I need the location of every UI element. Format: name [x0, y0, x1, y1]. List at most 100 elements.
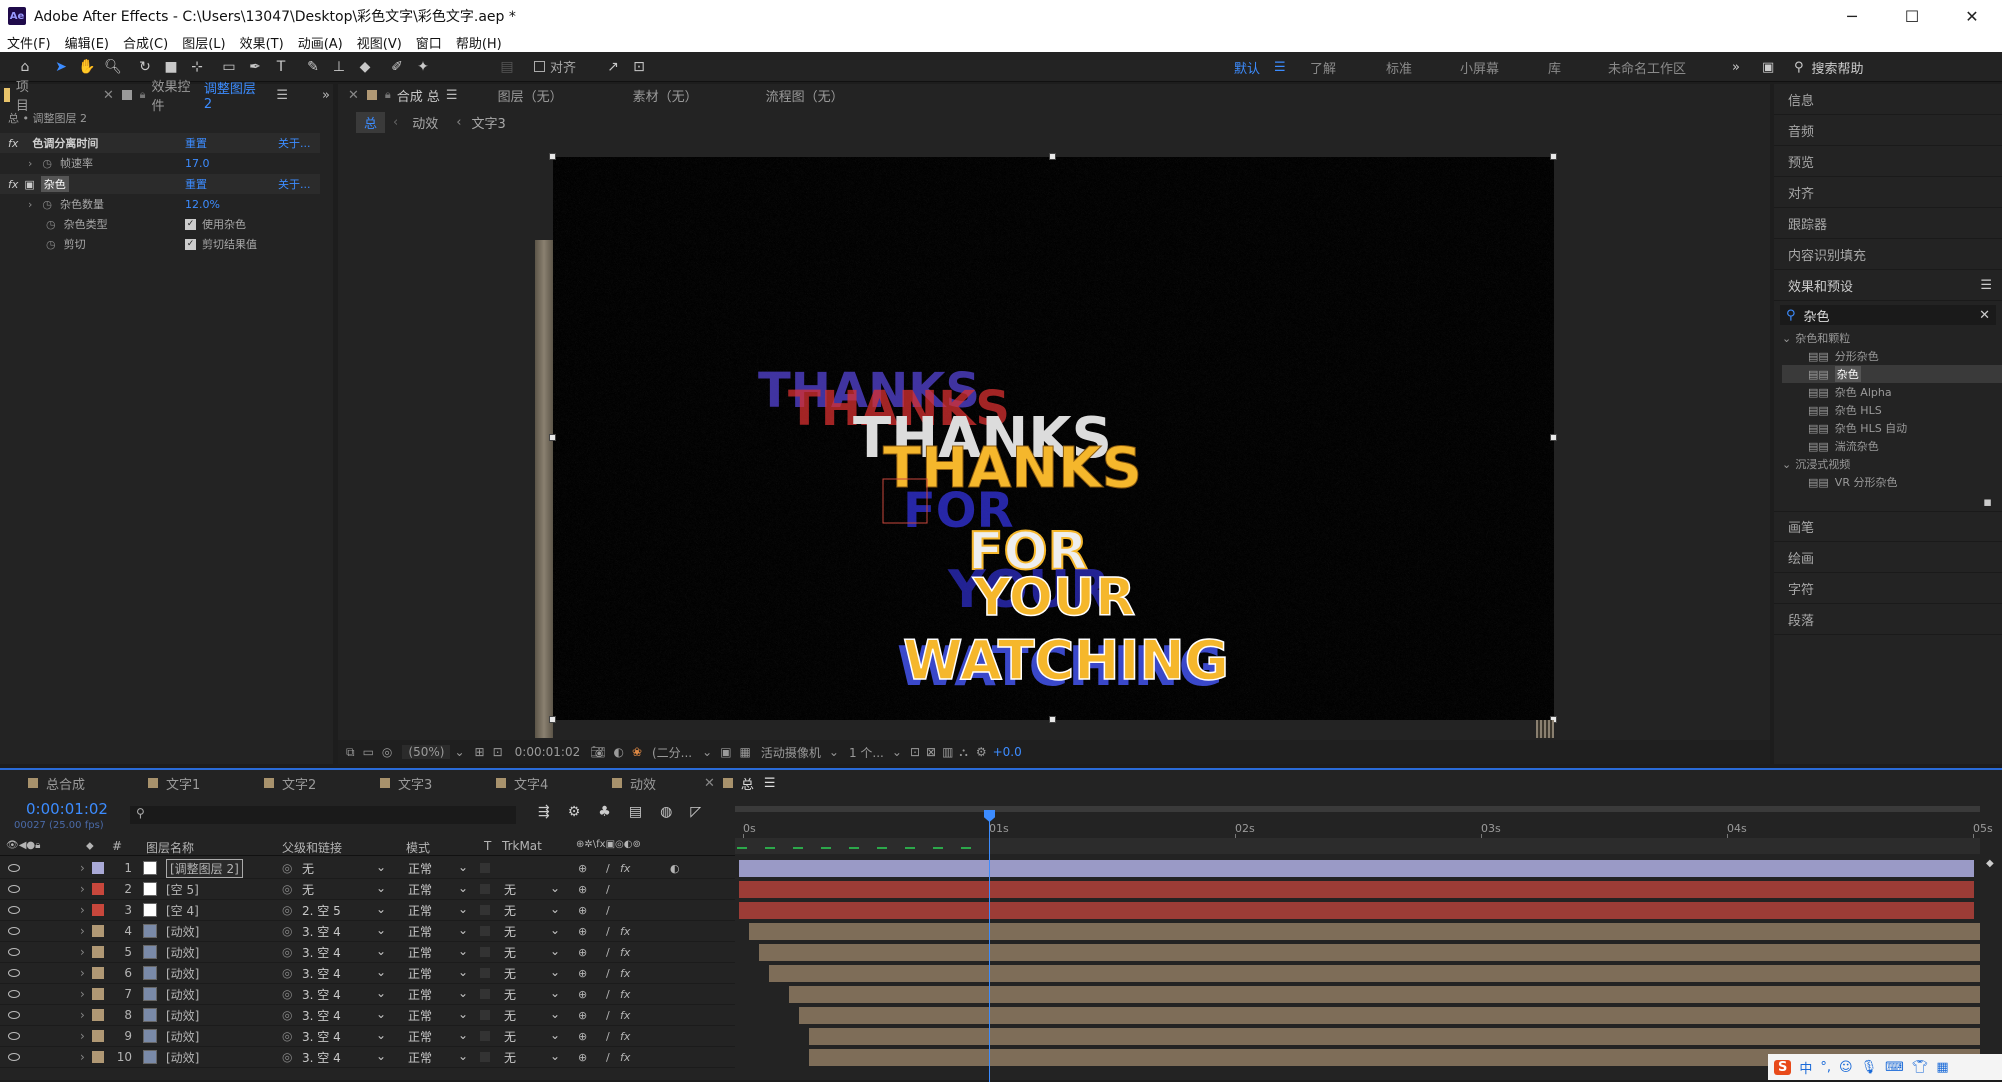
- tab-effect-controls[interactable]: 效果控件: [151, 76, 201, 114]
- fx-group-immersive-video[interactable]: ⌄ 沉浸式视频: [1782, 455, 2002, 473]
- lock-icon[interactable]: 🔒︎: [385, 88, 391, 102]
- layer-name[interactable]: [空 5]: [166, 881, 199, 898]
- emoji-icon[interactable]: ☺: [1839, 1060, 1853, 1075]
- home-icon[interactable]: ⌂: [14, 56, 36, 78]
- effect-enable-icon[interactable]: ▣: [24, 178, 34, 191]
- pickwhip-icon[interactable]: ◎: [282, 1008, 292, 1022]
- shy-switch-icon[interactable]: ⊕: [578, 862, 587, 875]
- layer-name[interactable]: [动效]: [166, 1049, 199, 1066]
- draft-3d-icon[interactable]: ⚙: [568, 804, 581, 820]
- workspace-learn[interactable]: 了解: [1310, 52, 1336, 82]
- transform-handle[interactable]: [1550, 153, 1557, 160]
- mode-dropdown[interactable]: 正常 ⌄: [408, 986, 472, 1003]
- workspace-standard[interactable]: 标准: [1386, 52, 1412, 82]
- mode-dropdown[interactable]: 正常 ⌄: [408, 860, 472, 877]
- timeline-tab[interactable]: 文字1: [148, 770, 200, 796]
- tab-composition[interactable]: 合成 总: [397, 86, 440, 105]
- menu-window[interactable]: 窗口: [409, 33, 449, 52]
- pickwhip-icon[interactable]: ◎: [282, 966, 292, 980]
- eye-icon[interactable]: [8, 969, 20, 977]
- layer-name[interactable]: [空 4]: [166, 902, 199, 919]
- reset-button[interactable]: 重置: [185, 176, 207, 192]
- sogou-logo-icon[interactable]: S: [1774, 1059, 1792, 1075]
- fx-switch-icon[interactable]: fx: [620, 862, 630, 875]
- shy-switch-icon[interactable]: ⊕: [578, 925, 587, 938]
- shy-switch-icon[interactable]: ⊕: [578, 967, 587, 980]
- panel-preview[interactable]: 预览: [1774, 146, 2002, 177]
- layer-duration-bar[interactable]: [739, 881, 1974, 898]
- eye-icon[interactable]: [8, 927, 20, 935]
- quality-switch-icon[interactable]: /: [606, 1051, 610, 1064]
- layer-duration-bar[interactable]: [739, 902, 1974, 919]
- shy-switch-icon[interactable]: ⊕: [578, 988, 587, 1001]
- workspace-libraries[interactable]: 库: [1548, 52, 1561, 82]
- camera-tool-icon[interactable]: ■: [160, 56, 182, 78]
- show-snapshot-icon[interactable]: ◐: [613, 745, 623, 759]
- shy-layers-icon[interactable]: ♣: [598, 804, 611, 820]
- chevron-right-icon[interactable]: ›: [80, 882, 85, 896]
- chevron-right-icon[interactable]: ›: [80, 1008, 85, 1022]
- panel-menu-icon[interactable]: ☰: [446, 88, 458, 103]
- shy-switch-icon[interactable]: ⊕: [578, 1009, 587, 1022]
- chevron-right-icon[interactable]: ›: [80, 1050, 85, 1064]
- eye-icon[interactable]: [8, 864, 20, 872]
- mic-icon[interactable]: 🎙︎: [1861, 1060, 1878, 1075]
- fx-switch-icon[interactable]: fx: [620, 988, 630, 1001]
- parent-dropdown[interactable]: 3. 空 4 ⌄: [302, 944, 392, 961]
- chevron-down-icon[interactable]: ⌄: [892, 745, 902, 759]
- quality-switch-icon[interactable]: /: [606, 967, 610, 980]
- pickwhip-icon[interactable]: ◎: [282, 924, 292, 938]
- mode-dropdown[interactable]: 正常 ⌄: [408, 902, 472, 919]
- layer-duration-bar[interactable]: [759, 944, 1980, 961]
- menu-edit[interactable]: 编辑(E): [58, 33, 116, 52]
- preserve-transparency-toggle[interactable]: [480, 884, 490, 894]
- clear-search-icon[interactable]: ✕: [1979, 308, 1990, 323]
- layer-row[interactable]: › 6 [动效] ◎ 3. 空 4 ⌄ 正常 ⌄ 无 ⌄ ⊕ / fx: [0, 963, 735, 984]
- eye-icon[interactable]: [8, 1053, 20, 1061]
- align-checkbox[interactable]: 对齐: [534, 57, 576, 76]
- nav-comp-total[interactable]: 总: [356, 112, 386, 133]
- trkmat-dropdown[interactable]: 无 ⌄: [504, 1007, 564, 1024]
- eye-icon[interactable]: [8, 948, 20, 956]
- eye-icon[interactable]: [8, 906, 20, 914]
- work-area-bar[interactable]: [735, 806, 1980, 812]
- preserve-transparency-toggle[interactable]: [480, 947, 490, 957]
- quality-switch-icon[interactable]: /: [606, 862, 610, 875]
- frame-blending-icon[interactable]: ▤: [629, 804, 642, 820]
- fx-item[interactable]: ▤▤ 分形杂色: [1782, 347, 2002, 365]
- fx-switch-icon[interactable]: fx: [620, 1051, 630, 1064]
- panel-effects-presets[interactable]: 效果和预设 ☰: [1774, 270, 2002, 301]
- stopwatch-icon[interactable]: ◷: [46, 218, 56, 231]
- close-tab-icon[interactable]: ✕: [704, 776, 715, 791]
- chevron-right-icon[interactable]: ›: [28, 198, 32, 211]
- stopwatch-icon[interactable]: ◷: [42, 157, 52, 170]
- panel-menu-icon[interactable]: ☰: [276, 88, 288, 103]
- more-workspaces-icon[interactable]: »: [1732, 52, 1740, 82]
- pickwhip-icon[interactable]: ◎: [282, 945, 292, 959]
- fx-group-noise-grain[interactable]: ⌄ 杂色和颗粒: [1782, 329, 2002, 347]
- layer-row[interactable]: › 7 [动效] ◎ 3. 空 4 ⌄ 正常 ⌄ 无 ⌄ ⊕ / fx: [0, 984, 735, 1005]
- composition-canvas[interactable]: THANKS THANKS THANKS THANKS FOR FOR YOUR…: [549, 153, 1557, 723]
- quality-switch-icon[interactable]: /: [606, 904, 610, 917]
- views-dropdown[interactable]: 1 个...: [849, 744, 884, 761]
- mode-dropdown[interactable]: 正常 ⌄: [408, 1007, 472, 1024]
- fx-item[interactable]: ▤▤ 杂色 Alpha: [1782, 383, 2002, 401]
- about-button[interactable]: 关于...: [278, 135, 311, 151]
- about-button[interactable]: 关于...: [278, 176, 311, 192]
- fx-item[interactable]: ▤▤ 杂色 HLS: [1782, 401, 2002, 419]
- parent-dropdown[interactable]: 3. 空 4 ⌄: [302, 1049, 392, 1066]
- eye-icon[interactable]: [8, 885, 20, 893]
- reset-exposure-icon[interactable]: ⚙: [976, 745, 987, 759]
- layer-duration-bar[interactable]: [749, 923, 1980, 940]
- quality-switch-icon[interactable]: /: [606, 988, 610, 1001]
- layer-duration-bar[interactable]: [809, 1028, 1980, 1045]
- region-of-interest-icon[interactable]: ▣: [720, 745, 731, 759]
- shy-switch-icon[interactable]: ⊕: [578, 1051, 587, 1064]
- label-color-swatch[interactable]: [92, 904, 104, 916]
- label-color-swatch[interactable]: [92, 883, 104, 895]
- always-preview-icon[interactable]: ⧉: [346, 745, 355, 760]
- preserve-transparency-toggle[interactable]: [480, 1010, 490, 1020]
- toggle-pixel-icon[interactable]: ⊡: [910, 745, 920, 759]
- panel-paint[interactable]: 绘画: [1774, 542, 2002, 573]
- quality-switch-icon[interactable]: /: [606, 883, 610, 896]
